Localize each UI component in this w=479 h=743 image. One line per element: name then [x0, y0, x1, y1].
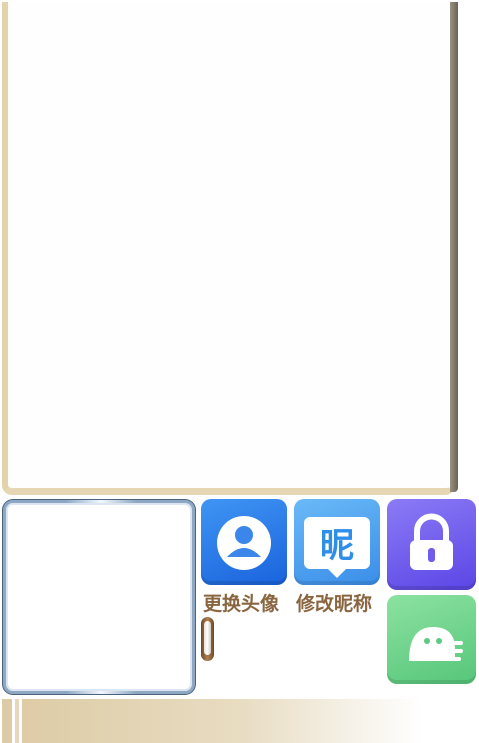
content-panel-scrollbar[interactable] — [450, 2, 458, 492]
user-avatar-icon — [217, 516, 271, 570]
change-nickname-button[interactable]: 昵 — [294, 499, 380, 585]
nickname-icon-glyph: 昵 — [320, 526, 354, 566]
nickname-icon: 昵 — [304, 517, 370, 578]
bottom-bar-stripe-2 — [15, 699, 19, 743]
change-avatar-button[interactable] — [201, 499, 287, 585]
change-nickname-label[interactable]: 修改昵称 — [296, 589, 372, 616]
lock-button[interactable] — [387, 499, 476, 590]
ghost-user-button[interactable] — [387, 595, 476, 684]
bottom-bar-stripe-1 — [2, 699, 12, 743]
change-avatar-label[interactable]: 更换头像 — [203, 589, 279, 616]
avatar-preview-frame — [3, 500, 195, 694]
lock-icon — [410, 513, 453, 570]
vertical-toggle-handle[interactable] — [201, 617, 214, 661]
content-panel — [2, 2, 455, 495]
bottom-bar-fade — [22, 699, 422, 743]
bottom-decorative-bar — [0, 699, 479, 743]
ghost-user-icon — [409, 627, 463, 661]
